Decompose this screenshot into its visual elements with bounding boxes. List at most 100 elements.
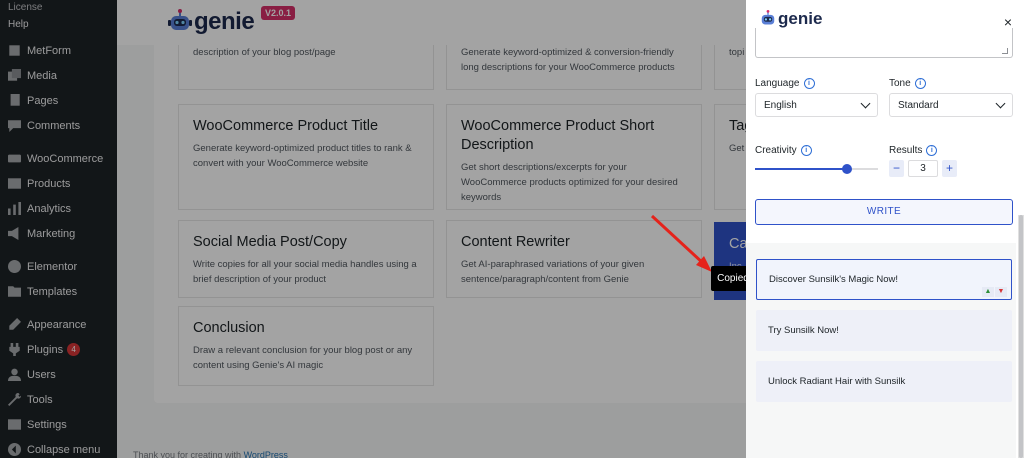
write-button[interactable]: WRITE	[755, 199, 1013, 225]
result-item[interactable]: Try Sunsilk Now!	[756, 310, 1012, 351]
card-description: description of your blog post/page	[193, 47, 336, 58]
sidebar-item-label: Plugins	[27, 343, 64, 356]
info-icon[interactable]: i	[803, 78, 815, 89]
metform-icon	[7, 44, 21, 58]
card-title: Ca	[729, 236, 746, 252]
sidebar-item-appearance[interactable]: Appearance	[0, 312, 117, 337]
result-text: Discover Sunsilk's Magic Now!	[769, 274, 899, 285]
robot-icon	[761, 10, 775, 25]
card-title: Tag	[729, 118, 746, 134]
sidebar-item-label: Pages	[27, 94, 59, 107]
drawer-scrollbar[interactable]	[1018, 215, 1024, 458]
sidebar-item-label: Media	[27, 69, 57, 82]
version-badge: V2.0.1	[261, 6, 296, 20]
creativity-label-text: Creativity	[755, 145, 797, 156]
plugin-header: genie V2.0.1	[117, 0, 746, 45]
sidebar-item-label: Users	[27, 368, 56, 381]
media-icon	[7, 69, 21, 83]
sidebar-item-label: Analytics	[27, 202, 72, 215]
card-title: Social Media Post/Copy	[193, 234, 347, 250]
sidebar-item-analytics[interactable]: Analytics	[0, 196, 117, 221]
sidebar-item-label: Collapse menu	[27, 443, 101, 456]
template-card-woocommerce-product-title[interactable]: WooCommerce Product Title Generate keywo…	[178, 104, 434, 210]
sidebar-item-plugins[interactable]: Plugins 4	[0, 337, 117, 362]
template-card-tag[interactable]: Tag Get	[714, 104, 746, 210]
template-card-social-media[interactable]: Social Media Post/Copy Write copies for …	[178, 220, 434, 298]
footer-text: Thank you for creating with	[133, 450, 242, 458]
results-count-input[interactable]: 3	[908, 160, 938, 177]
sidebar-link-help[interactable]: Help	[0, 16, 117, 38]
thumbs-up-icon[interactable]: ▲	[982, 287, 994, 297]
increment-button[interactable]: +	[942, 160, 957, 177]
resize-handle-icon[interactable]	[1002, 48, 1008, 54]
sidebar-item-users[interactable]: Users	[0, 362, 117, 387]
template-card-woocommerce-short-description[interactable]: WooCommerce Product Short Description Ge…	[446, 104, 702, 210]
slider-thumb[interactable]	[842, 164, 853, 174]
sidebar-item-templates[interactable]: Templates	[0, 279, 117, 304]
sidebar-item-collapse[interactable]: Collapse menu	[0, 437, 117, 458]
products-icon	[7, 177, 21, 191]
sidebar-item-metform[interactable]: MetForm	[0, 38, 117, 63]
language-select-value: English	[764, 99, 797, 111]
info-icon[interactable]: i	[800, 145, 812, 156]
sidebar-item-label: MetForm	[27, 44, 71, 57]
close-icon[interactable]: ×	[1001, 15, 1015, 29]
tone-label-text: Tone	[889, 78, 911, 89]
plugins-icon	[7, 343, 21, 357]
sidebar-item-elementor[interactable]: Elementor	[0, 254, 117, 279]
genie-logo: genie V2.0.1	[167, 6, 296, 36]
sidebar-link-license[interactable]: License	[0, 0, 117, 16]
chevron-down-icon	[860, 98, 871, 108]
plugins-update-badge: 4	[67, 343, 81, 356]
language-label-text: Language	[755, 78, 800, 89]
sidebar-item-label: Elementor	[27, 260, 78, 273]
sidebar-item-woocommerce[interactable]: WooCommerce	[0, 146, 117, 171]
language-select[interactable]: English	[755, 93, 878, 117]
brand-name: genie	[778, 9, 823, 28]
info-icon[interactable]: i	[926, 145, 938, 156]
sidebar-item-products[interactable]: Products	[0, 171, 117, 196]
sidebar-item-media[interactable]: Media	[0, 63, 117, 88]
sidebar-item-label: Tools	[27, 393, 53, 406]
prompt-textarea[interactable]	[755, 28, 1013, 58]
creativity-slider[interactable]	[755, 164, 878, 174]
tone-label: Tone i	[889, 78, 926, 89]
robot-icon	[168, 9, 192, 30]
comments-icon	[7, 119, 21, 133]
info-icon[interactable]: i	[914, 78, 926, 89]
card-description: Draw a relevant conclusion for your blog…	[193, 345, 413, 371]
language-label: Language i	[755, 78, 815, 89]
card-description: Write copies for all your social media h…	[193, 259, 417, 285]
appearance-icon	[7, 318, 21, 332]
result-item[interactable]: Discover Sunsilk's Magic Now! ▲ ▼	[756, 259, 1012, 300]
sidebar-item-pages[interactable]: Pages	[0, 88, 117, 113]
analytics-icon	[7, 202, 21, 216]
card-description: Get	[729, 143, 745, 154]
footer-link[interactable]: WordPress	[244, 450, 288, 458]
tools-icon	[7, 393, 21, 407]
genie-drawer: genie × Language i English Tone i Standard…	[746, 0, 1024, 458]
template-card-conclusion[interactable]: Conclusion Draw a relevant conclusion fo…	[178, 306, 434, 386]
brand-name: genie	[194, 8, 255, 35]
templates-icon	[7, 285, 21, 299]
collapse-icon	[7, 443, 21, 457]
sidebar-item-settings[interactable]: Settings	[0, 412, 117, 437]
settings-icon	[7, 418, 21, 432]
thumbs-down-icon[interactable]: ▼	[995, 287, 1007, 297]
decrement-button[interactable]: −	[889, 160, 904, 177]
result-text: Unlock Radiant Hair with Sunsilk	[768, 376, 906, 387]
sidebar-item-tools[interactable]: Tools	[0, 387, 117, 412]
elementor-icon	[7, 260, 21, 274]
sidebar-item-label: Comments	[27, 119, 81, 132]
sidebar-item-label: Settings	[27, 418, 67, 431]
scrollbar-thumb[interactable]	[1019, 215, 1023, 458]
drawer-logo: genie	[759, 9, 822, 29]
sidebar-item-label: Templates	[27, 285, 78, 298]
sidebar-item-comments[interactable]: Comments	[0, 113, 117, 138]
tone-select[interactable]: Standard	[889, 93, 1013, 117]
result-item[interactable]: Unlock Radiant Hair with Sunsilk	[756, 361, 1012, 402]
slider-fill	[755, 168, 848, 170]
sidebar-item-marketing[interactable]: Marketing	[0, 221, 117, 246]
card-description: Generate keyword-optimized & conversion-…	[461, 47, 675, 73]
card-description: Get short descriptions/excerpts for your…	[461, 162, 678, 203]
